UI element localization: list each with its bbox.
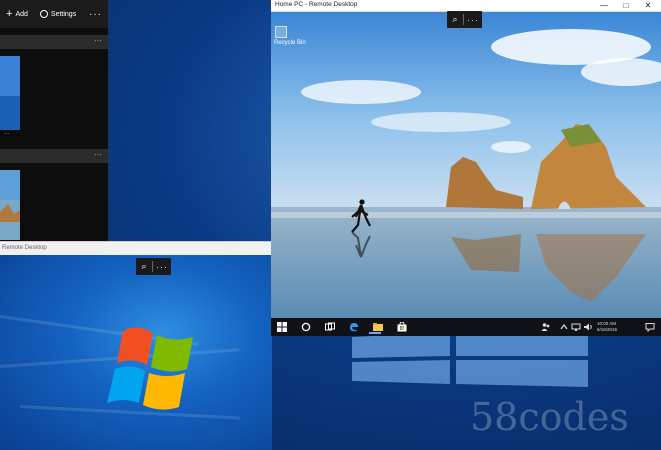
edge-browser-icon[interactable]	[349, 322, 359, 332]
recycle-bin-label: Recycle Bin	[274, 40, 306, 46]
recycle-bin-icon[interactable]	[275, 26, 287, 38]
network-icon[interactable]	[571, 322, 581, 332]
task-view-icon[interactable]	[325, 322, 335, 332]
connection-group-header[interactable]: ···	[0, 35, 108, 49]
settings-label: Settings	[50, 10, 77, 18]
store-icon[interactable]	[397, 322, 407, 332]
remote-session-window: Home PC - Remote Desktop — □ ✕ Recycle B…	[271, 0, 661, 336]
file-explorer-icon[interactable]	[373, 322, 383, 332]
connection-thumbnail[interactable]: ···	[0, 56, 20, 136]
zoom-icon[interactable]: ⌕	[136, 261, 152, 272]
connection-thumbnail[interactable]	[0, 170, 20, 240]
windows7-logo	[107, 327, 193, 410]
app-status-bar: Remote Desktop	[0, 241, 271, 255]
clock[interactable]: 10:00 AM 6/16/2016	[597, 321, 633, 334]
action-center-icon[interactable]	[645, 322, 655, 332]
settings-button[interactable]: Settings	[39, 10, 77, 18]
session-zoom-control: ⌕ ···	[136, 258, 171, 275]
minimize-button[interactable]: —	[593, 0, 615, 11]
clock-date: 6/16/2016	[597, 327, 618, 332]
group-more-button[interactable]: ···	[94, 36, 102, 45]
remote-desktop-app-window: + Add Settings ··· ··· ··· ···	[0, 0, 108, 241]
svg-text:···: ···	[4, 131, 9, 136]
add-label: Add	[15, 10, 28, 18]
gear-icon	[39, 10, 48, 18]
window-title: Home PC - Remote Desktop	[275, 1, 358, 8]
remote-desktop-wallpaper	[271, 12, 661, 318]
group-more-button[interactable]: ···	[94, 150, 102, 159]
maximize-button[interactable]: □	[615, 0, 637, 11]
chevron-up-icon[interactable]	[559, 322, 569, 332]
connection-group-header[interactable]: ···	[0, 149, 108, 163]
cortana-icon[interactable]	[301, 322, 311, 332]
volume-icon[interactable]	[583, 322, 593, 332]
app-more-button[interactable]: ···	[89, 9, 102, 20]
app-toolbar: + Add Settings ···	[0, 0, 108, 28]
remote-taskbar: 10:00 AM 6/16/2016	[271, 318, 661, 336]
windows7-desktop-background	[0, 255, 272, 450]
start-icon[interactable]	[277, 322, 287, 332]
add-button[interactable]: + Add	[6, 7, 28, 20]
more-options-button[interactable]: ···	[153, 262, 171, 272]
plus-icon: +	[6, 7, 13, 20]
close-button[interactable]: ✕	[637, 0, 659, 11]
people-icon[interactable]	[541, 322, 551, 332]
windows10-logo-light	[352, 332, 588, 387]
zoom-icon[interactable]: ⌕	[447, 14, 463, 25]
watermark: 58codes	[470, 395, 629, 439]
clock-time: 10:00 AM	[597, 321, 617, 326]
more-options-button[interactable]: ···	[464, 15, 482, 25]
session-zoom-control: ⌕ ···	[447, 11, 482, 28]
